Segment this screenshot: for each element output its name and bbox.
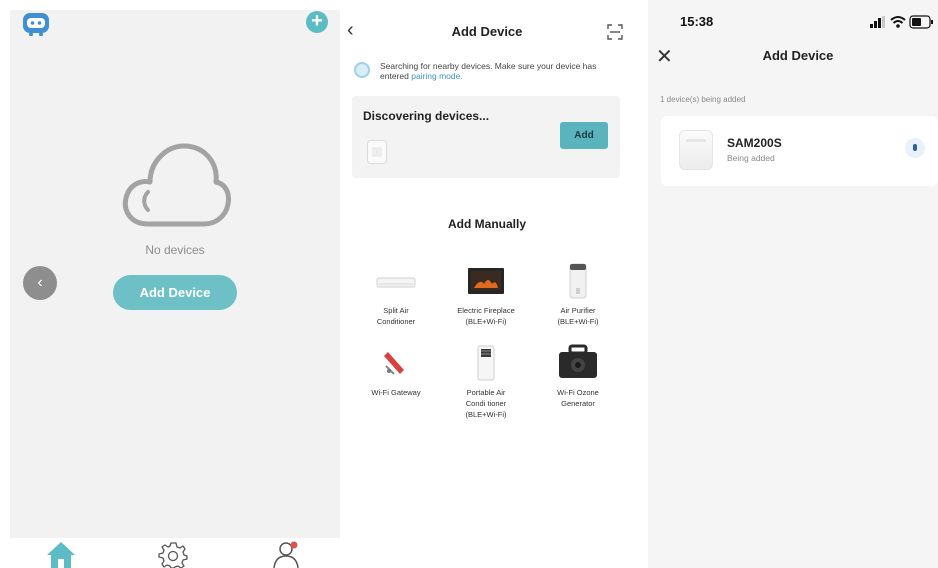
fireplace-icon xyxy=(468,268,504,294)
portable-ac-icon xyxy=(477,345,495,381)
add-device-button[interactable]: Add Device xyxy=(113,275,237,310)
device-wifi-gateway[interactable]: Wi-Fi Gateway xyxy=(356,344,436,398)
device-label: Portable Air xyxy=(466,388,506,397)
device-portable-ac[interactable]: Portable Air Condi tioner (BLE+Wi-Fi) xyxy=(446,344,526,420)
status-bar-icons xyxy=(870,15,933,29)
device-label: Electric Fireplace xyxy=(457,306,515,315)
device-ozone-generator[interactable]: Wi-Fi Ozone Generator xyxy=(538,344,618,409)
close-button[interactable]: ✕ xyxy=(656,44,673,69)
adding-device-screen: 15:38 ✕ Add Device 1 device(s) being add… xyxy=(648,0,938,568)
device-split-ac[interactable]: Split Air Conditioner xyxy=(356,262,436,327)
device-label: Conditioner xyxy=(376,317,416,326)
back-button[interactable]: ‹ xyxy=(347,19,354,42)
battery-icon xyxy=(909,15,933,29)
device-air-purifier[interactable]: Air Purifier (BLE+Wi-Fi) xyxy=(538,262,618,327)
device-label: Condi tioner xyxy=(465,399,507,408)
pairing-mode-link[interactable]: pairing mode. xyxy=(411,71,463,81)
searching-icon xyxy=(354,62,370,78)
page-title: Add Device xyxy=(762,48,834,63)
cloud-icon xyxy=(122,143,231,227)
device-label: Wi-Fi Gateway xyxy=(371,388,421,397)
add-button[interactable]: Add xyxy=(560,122,608,149)
discovered-device-icon xyxy=(367,140,387,164)
device-label: (BLE+Wi-Fi) xyxy=(465,317,507,326)
split-ac-icon xyxy=(376,277,416,288)
back-icon[interactable]: ‹ xyxy=(23,266,57,300)
home-content-area xyxy=(10,10,340,538)
status-bar-time: 15:38 xyxy=(680,14,714,29)
device-fireplace[interactable]: Electric Fireplace (BLE+Wi-Fi) xyxy=(446,262,526,327)
wifi-icon xyxy=(890,16,906,28)
air-purifier-icon xyxy=(569,263,587,299)
signal-icon xyxy=(870,16,885,28)
searching-text: Searching for nearby devices. Make sure … xyxy=(380,61,620,81)
device-card: SAM200S Being added xyxy=(661,116,938,186)
bottom-tab-bar xyxy=(0,538,342,568)
device-label: Air Purifier xyxy=(560,306,596,315)
home-icon[interactable] xyxy=(46,540,76,568)
settings-icon[interactable] xyxy=(158,540,188,568)
scan-icon[interactable] xyxy=(607,24,623,40)
device-label: (BLE+Wi-Fi) xyxy=(557,317,599,326)
add-device-screen: ‹ Add Device Searching for nearby device… xyxy=(342,0,632,568)
page-title: Add Device xyxy=(451,24,523,39)
profile-icon[interactable] xyxy=(272,540,302,568)
gateway-icon xyxy=(384,352,404,375)
discovering-card: Discovering devices... Add xyxy=(352,96,620,178)
screenshot-collage: + No devices ‹ Add Device ‹ Add Device S… xyxy=(0,0,938,568)
add-manually-heading: Add Manually xyxy=(447,217,526,231)
devices-being-added-count: 1 device(s) being added xyxy=(660,95,746,104)
robot-icon[interactable] xyxy=(20,9,52,37)
device-label: Generator xyxy=(561,399,595,408)
device-label: (BLE+Wi-Fi) xyxy=(465,410,507,419)
home-screen: + No devices ‹ Add Device xyxy=(0,0,342,568)
ozone-generator-icon xyxy=(559,344,597,378)
device-name: SAM200S xyxy=(727,136,782,150)
device-status: Being added xyxy=(727,153,775,163)
loading-icon xyxy=(905,138,925,158)
plus-icon[interactable]: + xyxy=(306,11,328,33)
device-label: Split Air xyxy=(383,306,409,315)
discovering-title: Discovering devices... xyxy=(363,109,490,123)
device-label: Wi-Fi Ozone xyxy=(557,388,599,397)
no-devices-text: No devices xyxy=(145,243,205,257)
device-thumbnail-icon xyxy=(679,130,713,170)
